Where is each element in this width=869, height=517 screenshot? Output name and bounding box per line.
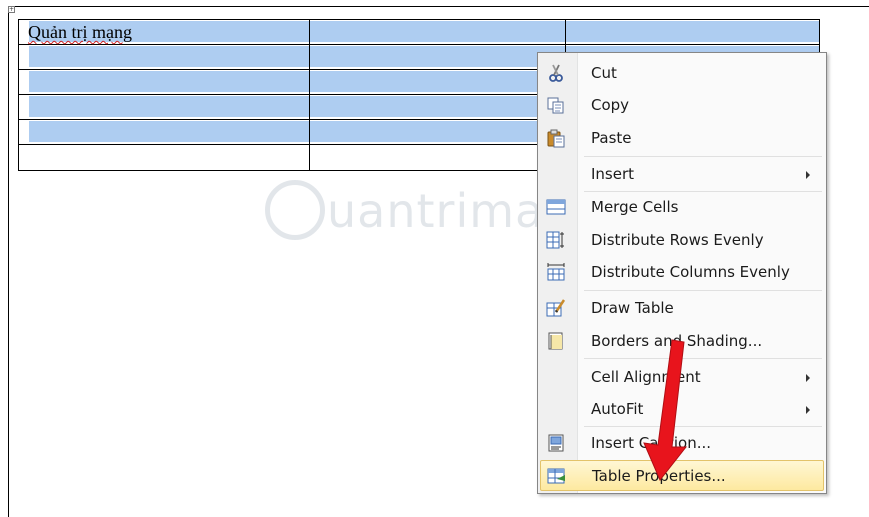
table-cell[interactable]: Quản trị mạng: [18, 19, 310, 45]
context-menu: Cut Copy Paste Insert Merge Cells Distri…: [537, 52, 827, 494]
distribute-columns-icon: [546, 262, 566, 282]
table-cell[interactable]: [309, 19, 566, 45]
menu-item-distribute-rows[interactable]: Distribute Rows Evenly: [540, 225, 824, 256]
scissors-icon: [546, 63, 566, 83]
menu-separator: [584, 358, 822, 359]
menu-item-label: Copy: [591, 96, 630, 114]
menu-item-label: Cut: [591, 64, 617, 82]
menu-item-label: AutoFit: [591, 400, 644, 418]
table-row: Quản trị mạng: [18, 19, 820, 45]
word-document-canvas: + Quản trị mạng uantrimang Cut Copy Past…: [0, 0, 869, 517]
copy-icon: [546, 95, 566, 115]
menu-item-label: Insert Caption...: [591, 434, 712, 452]
table-cell[interactable]: [18, 94, 310, 120]
table-cell[interactable]: [309, 144, 566, 171]
menu-item-paste[interactable]: Paste: [540, 123, 824, 154]
merge-cells-icon: [546, 197, 566, 217]
table-cell[interactable]: [309, 69, 566, 95]
page-top-edge: [8, 6, 869, 7]
table-cell[interactable]: [309, 94, 566, 120]
menu-item-label: Insert: [591, 165, 635, 183]
menu-item-label: Table Properties...: [592, 467, 726, 485]
menu-separator: [584, 156, 822, 157]
cell-text: Quản trị mạng: [28, 22, 132, 42]
menu-item-insert[interactable]: Insert: [540, 159, 824, 190]
menu-item-label: Distribute Rows Evenly: [591, 231, 764, 249]
menu-item-label: Cell Alignment: [591, 368, 701, 386]
menu-item-merge-cells[interactable]: Merge Cells: [540, 192, 824, 223]
table-cell[interactable]: [18, 144, 310, 171]
menu-item-distribute-columns[interactable]: Distribute Columns Evenly: [540, 257, 824, 288]
table-move-handle[interactable]: +: [8, 6, 15, 13]
menu-item-label: Paste: [591, 129, 632, 147]
submenu-arrow-icon: [806, 171, 810, 179]
lightbulb-logo-icon: [265, 180, 325, 240]
borders-shading-icon: [546, 331, 566, 351]
menu-item-borders-shading[interactable]: Borders and Shading...: [540, 326, 824, 357]
table-cell[interactable]: [309, 119, 566, 145]
menu-item-label: Distribute Columns Evenly: [591, 263, 790, 281]
table-properties-icon: [547, 466, 567, 486]
menu-item-table-properties[interactable]: Table Properties...: [540, 460, 824, 491]
table-cell[interactable]: [18, 44, 310, 70]
menu-item-cell-alignment[interactable]: Cell Alignment: [540, 362, 824, 393]
menu-item-label: Draw Table: [591, 299, 674, 317]
menu-item-draw-table[interactable]: Draw Table: [540, 293, 824, 324]
page-left-edge: [8, 6, 9, 517]
submenu-arrow-icon: [806, 406, 810, 414]
menu-item-label: Borders and Shading...: [591, 332, 763, 350]
menu-item-copy[interactable]: Copy: [540, 90, 824, 121]
table-cell[interactable]: [18, 69, 310, 95]
draw-table-icon: [546, 298, 566, 318]
menu-separator: [584, 290, 822, 291]
distribute-rows-icon: [546, 230, 566, 250]
menu-item-autofit[interactable]: AutoFit: [540, 394, 824, 425]
table-cell[interactable]: [18, 119, 310, 145]
menu-separator: [584, 426, 822, 427]
menu-item-cut[interactable]: Cut: [540, 58, 824, 89]
paste-icon: [546, 128, 566, 148]
submenu-arrow-icon: [806, 374, 810, 382]
menu-item-label: Merge Cells: [591, 198, 679, 216]
table-cell[interactable]: [309, 44, 566, 70]
insert-caption-icon: [546, 433, 566, 453]
menu-item-insert-caption[interactable]: Insert Caption...: [540, 428, 824, 459]
table-cell[interactable]: [565, 19, 820, 45]
